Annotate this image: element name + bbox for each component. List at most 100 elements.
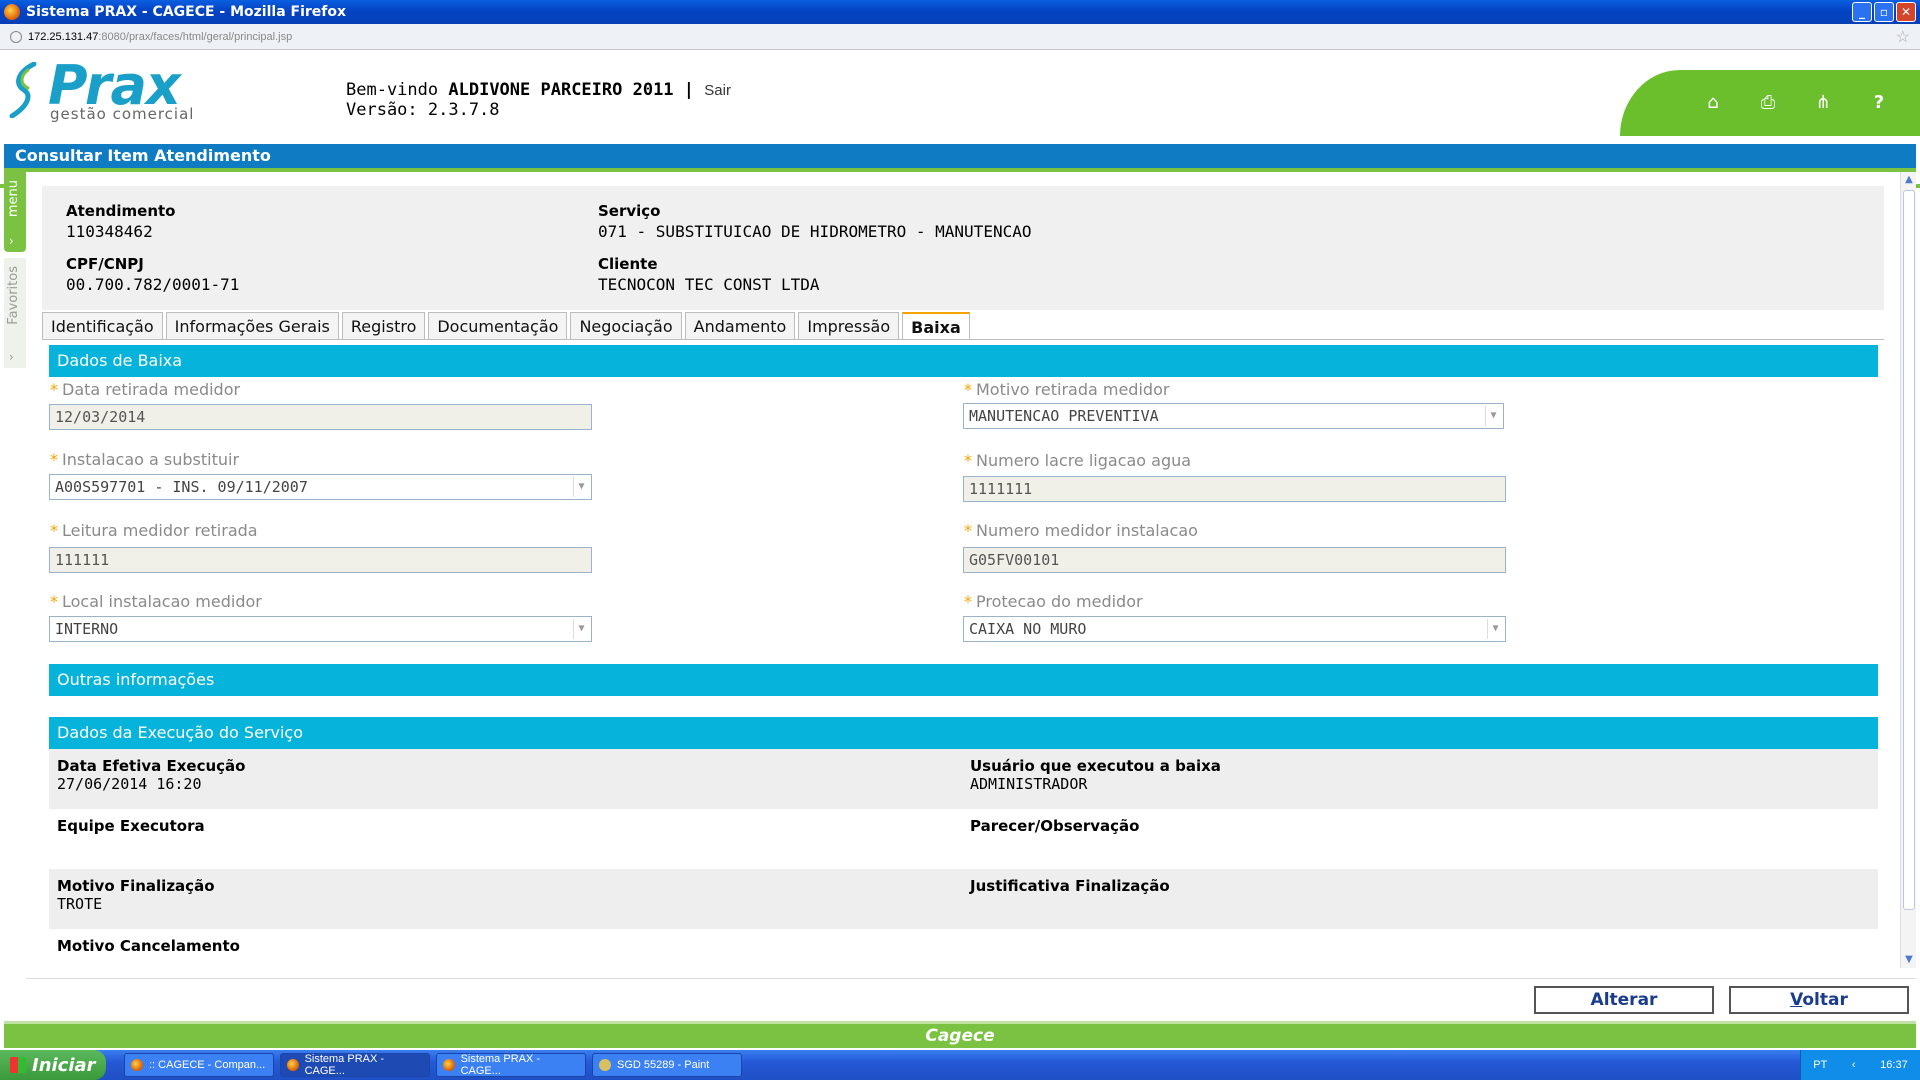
atendimento-label: Atendimento [66, 202, 176, 220]
side-favorites-tab[interactable]: Favoritos › [4, 258, 26, 368]
data-retirada-field[interactable]: 12/03/2014 [49, 404, 592, 430]
os-taskbar: Iniciar :: CAGECE - Compan... Sistema PR… [0, 1050, 1920, 1080]
local-value: INTERNO [55, 620, 119, 638]
chevron-right-icon: › [9, 234, 14, 248]
instalacao-value: A00S597701 - INS. 09/11/2007 [55, 478, 308, 496]
logout-link[interactable]: Sair [704, 82, 731, 99]
tab-negociacao[interactable]: Negociação [570, 312, 682, 340]
medidor-instalacao-label: * Numero medidor instalacao [964, 521, 1198, 540]
scroll-down-icon[interactable]: ▼ [1901, 952, 1917, 968]
protecao-label-text: Protecao do medidor [976, 592, 1143, 611]
data-retirada-label: * Data retirada medidor [50, 380, 240, 399]
data-efetiva-value: 27/06/2014 16:20 [57, 775, 202, 793]
voltar-button[interactable]: Voltar [1729, 986, 1909, 1014]
protecao-select[interactable]: CAIXA NO MURO ▼ [963, 616, 1506, 642]
globe-icon [10, 30, 22, 43]
tab-documentacao[interactable]: Documentação [428, 312, 568, 340]
motivo-retirada-label: * Motivo retirada medidor [964, 380, 1169, 399]
tab-identificacao[interactable]: Identificação [42, 312, 163, 340]
side-menu-tab[interactable]: menu › [4, 172, 26, 252]
exec-row-equipe: Equipe Executora Parecer/Observação [49, 809, 1878, 869]
taskbar-item-label: Sistema PRAX - CAGE... [304, 1053, 385, 1077]
address-bar[interactable]: 172.25.131.47:8080/prax/faces/html/geral… [0, 24, 1920, 50]
medidor-instalacao-field[interactable]: G05FV00101 [963, 547, 1506, 573]
taskbar-item-prax-1[interactable]: Sistema PRAX - CAGE... [280, 1053, 430, 1077]
taskbar-item-paint[interactable]: SGD 55289 - Paint [592, 1053, 742, 1077]
motivo-retirada-label-text: Motivo retirada medidor [976, 380, 1170, 399]
help-icon[interactable]: ? [1868, 92, 1890, 114]
side-menu-label: menu [6, 180, 21, 218]
exec-row-data: Data Efetiva Execução 27/06/2014 16:20 U… [49, 749, 1878, 809]
minimize-button[interactable]: _ [1852, 2, 1872, 22]
chevron-right-icon: › [9, 350, 14, 364]
welcome-line: Bem-vindo ALDIVONE PARCEIRO 2011 | Sair [346, 80, 731, 100]
prax-logo-swoosh-icon [9, 62, 37, 118]
start-button[interactable]: Iniciar [0, 1050, 106, 1080]
equipe-label: Equipe Executora [57, 817, 205, 835]
scroll-up-icon[interactable]: ▲ [1901, 172, 1917, 188]
sitemap-icon[interactable]: ⋔ [1812, 92, 1834, 114]
taskbar-item-prax-2[interactable]: Sistema PRAX - CAGE... [436, 1053, 586, 1077]
taskbar-item-cagece[interactable]: :: CAGECE - Compan... [124, 1053, 274, 1077]
leitura-label-text: Leitura medidor retirada [62, 521, 258, 540]
servico-value: 071 - SUBSTITUICAO DE HIDROMETRO - MANUT… [598, 222, 1032, 241]
servico-label: Serviço [598, 202, 661, 220]
cliente-value: TECNOCON TEC CONST LTDA [598, 275, 820, 294]
language-indicator[interactable]: PT [1813, 1059, 1827, 1071]
local-select[interactable]: INTERNO ▼ [49, 616, 592, 642]
maximize-button[interactable]: ▫ [1874, 2, 1894, 22]
firefox-icon [4, 4, 20, 20]
tab-registro[interactable]: Registro [341, 312, 426, 340]
vertical-scrollbar[interactable]: ▲ ▼ [1900, 172, 1916, 968]
required-mark: * [964, 592, 972, 611]
data-retirada-label-text: Data retirada medidor [62, 380, 241, 399]
tab-informacoes-gerais[interactable]: Informações Gerais [165, 312, 339, 340]
atendimento-value: 110348462 [66, 222, 153, 241]
tab-andamento[interactable]: Andamento [684, 312, 796, 340]
scroll-thumb[interactable] [1903, 190, 1915, 910]
exec-row-finalizacao: Motivo Finalização TROTE Justificativa F… [49, 869, 1878, 929]
baixa-panel: Dados de Baixa * Data retirada medidor 12… [42, 340, 1884, 970]
bookmark-star-icon[interactable]: ☆ [1896, 27, 1910, 47]
close-button[interactable]: ✕ [1896, 2, 1916, 22]
welcome-prefix: Bem-vindo [346, 80, 439, 100]
tab-impressao[interactable]: Impressão [798, 312, 900, 340]
protecao-value: CAIXA NO MURO [969, 620, 1087, 638]
voltar-label-rest: oltar [1802, 990, 1848, 1010]
windows-logo-icon [10, 1057, 26, 1073]
motivo-retirada-select[interactable]: MANUTENCAO PREVENTIVA ▼ [963, 403, 1504, 429]
chevron-down-icon: ▼ [573, 619, 589, 639]
usuario-value: ADMINISTRADOR [970, 775, 1088, 793]
data-efetiva-label: Data Efetiva Execução [57, 757, 246, 775]
usuario-label: Usuário que executou a baixa [970, 757, 1221, 775]
address-path: :8080/prax/faces/html/geral/principal.js… [98, 30, 293, 43]
lacre-label: * Numero lacre ligacao agua [964, 451, 1191, 470]
home-icon[interactable]: ⌂ [1702, 92, 1724, 114]
start-label: Iniciar [32, 1054, 96, 1076]
section-outras-informacoes: Outras informações [49, 664, 1878, 696]
leitura-label: * Leitura medidor retirada [50, 521, 258, 540]
welcome-separator: | [683, 80, 695, 100]
cpf-value: 00.700.782/0001-71 [66, 275, 240, 294]
motivo-cancelamento-label: Motivo Cancelamento [57, 937, 240, 955]
lacre-field[interactable]: 1111111 [963, 476, 1506, 502]
motivo-finalizacao-value: TROTE [57, 895, 103, 913]
instalacao-select[interactable]: A00S597701 - INS. 09/11/2007 ▼ [49, 474, 592, 500]
tab-bar: Identificação Informações Gerais Registr… [42, 312, 970, 341]
required-mark: * [964, 380, 972, 399]
leitura-field[interactable]: 111111 [49, 547, 592, 573]
tab-baixa[interactable]: Baixa [902, 312, 970, 341]
protecao-label: * Protecao do medidor [964, 592, 1143, 611]
section-dados-baixa: Dados de Baixa [49, 345, 1878, 377]
voltar-accesskey: V [1790, 990, 1803, 1010]
lacre-label-text: Numero lacre ligacao agua [976, 451, 1192, 470]
local-label: * Local instalacao medidor [50, 592, 262, 611]
chevron-down-icon: ▼ [1487, 619, 1503, 639]
print-icon[interactable]: ⎙ [1757, 92, 1779, 114]
instalacao-label-text: Instalacao a substituir [62, 450, 240, 469]
tray-arrow-icon[interactable]: ‹ [1852, 1059, 1856, 1071]
atendimento-summary: Atendimento 110348462 Serviço 071 - SUBS… [42, 186, 1884, 310]
firefox-icon [131, 1059, 143, 1071]
taskbar-item-label: Sistema PRAX - CAGE... [460, 1053, 541, 1077]
alterar-button[interactable]: Alterar [1534, 986, 1714, 1014]
